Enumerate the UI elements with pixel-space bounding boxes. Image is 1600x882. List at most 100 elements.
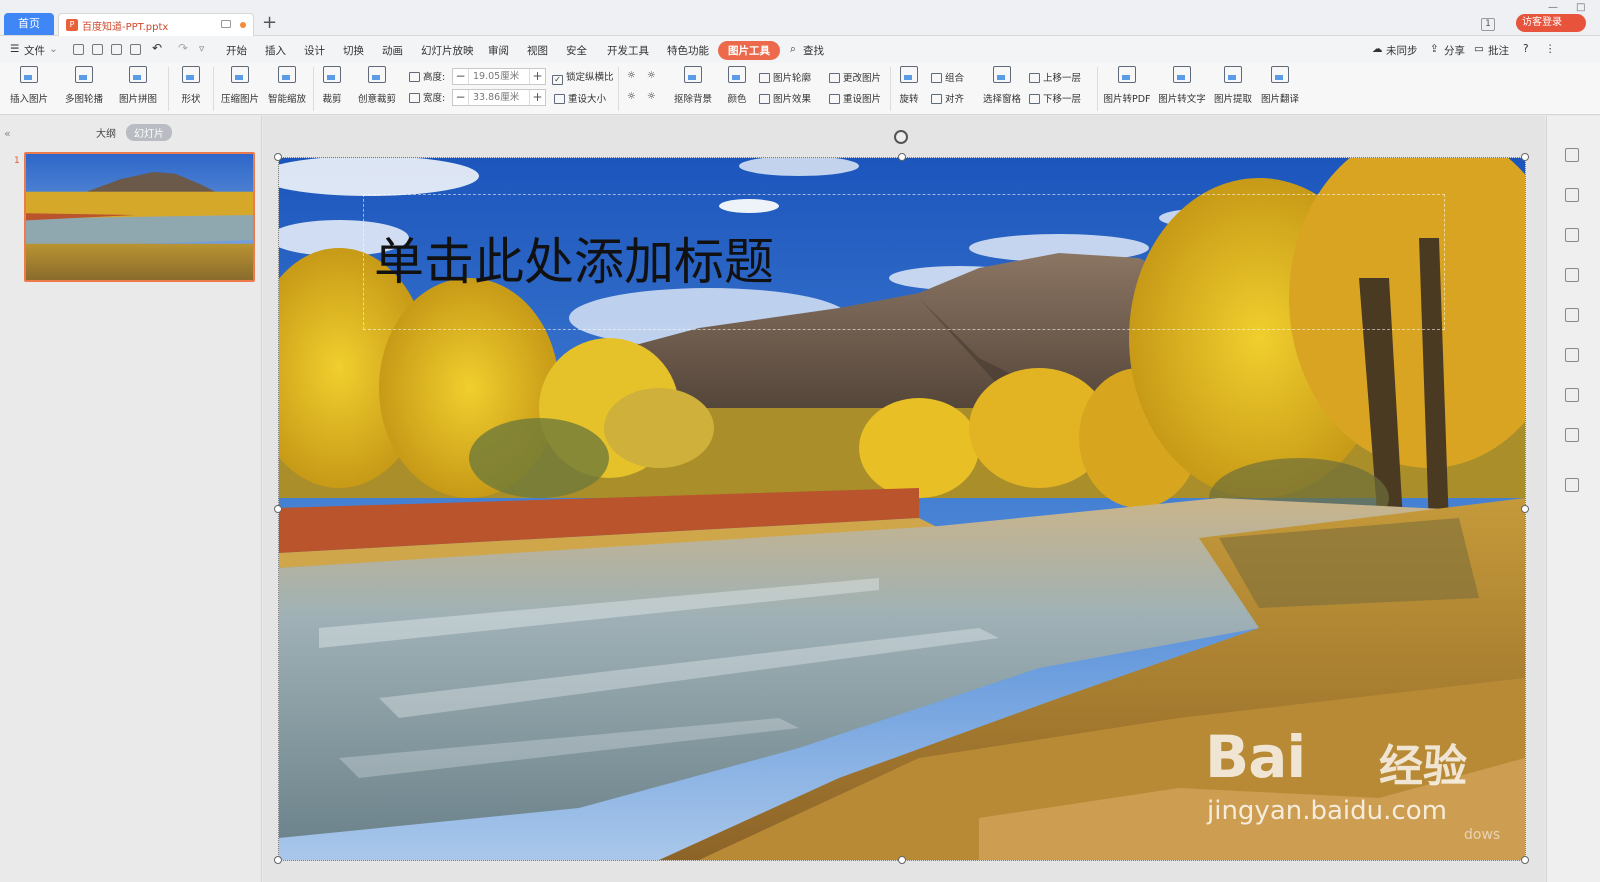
- send-backward-button[interactable]: 下移一层: [1029, 91, 1081, 105]
- selection-pane-button[interactable]: 选择窗格: [980, 66, 1024, 105]
- menu-search[interactable]: 查找: [803, 43, 824, 58]
- file-dropdown-icon[interactable]: ⌄: [49, 43, 58, 55]
- menu-picture-tools[interactable]: 图片工具: [718, 41, 780, 60]
- picture-outline-button[interactable]: 图片轮廓: [759, 70, 811, 84]
- cloud-sync-icon[interactable]: ☁: [1372, 43, 1383, 55]
- resize-handle-bottom-left[interactable]: [274, 856, 282, 864]
- menu-special-features[interactable]: 特色功能: [667, 43, 709, 58]
- menu-security[interactable]: 安全: [566, 43, 587, 58]
- insert-picture-button[interactable]: 插入图片: [6, 66, 52, 105]
- width-decrease-button[interactable]: −: [453, 90, 469, 105]
- smart-zoom-button[interactable]: 智能缩放: [264, 66, 310, 105]
- animation-pane-icon[interactable]: [1565, 148, 1579, 162]
- home-tab[interactable]: 首页: [4, 13, 54, 35]
- minimize-icon[interactable]: —: [1548, 2, 1558, 13]
- collapse-panel-icon[interactable]: «: [4, 127, 11, 140]
- resize-handle-bottom[interactable]: [898, 856, 906, 864]
- properties-pane-icon[interactable]: [1565, 348, 1579, 362]
- menu-view[interactable]: 视图: [527, 43, 548, 58]
- contrast-down-icon[interactable]: ☼: [647, 91, 656, 102]
- creative-crop-button[interactable]: 创意裁剪: [353, 66, 401, 105]
- redo-icon[interactable]: ↷: [178, 41, 188, 55]
- rotate-handle-icon[interactable]: [894, 130, 908, 144]
- share-icon[interactable]: ⇪: [1430, 43, 1439, 55]
- group-button[interactable]: 组合: [931, 70, 964, 84]
- print-icon[interactable]: [111, 44, 122, 55]
- picture-collage-button[interactable]: 图片拼图: [114, 66, 162, 105]
- menu-file[interactable]: 文件: [24, 43, 45, 58]
- menu-start[interactable]: 开始: [226, 43, 247, 58]
- color-button[interactable]: 颜色: [722, 66, 752, 105]
- lock-ratio-checkbox[interactable]: ✓ 锁定纵横比: [552, 69, 614, 85]
- search-icon[interactable]: ⌕: [790, 43, 796, 56]
- undo-icon[interactable]: ↶: [152, 41, 162, 55]
- visitor-login-button[interactable]: 访客登录: [1516, 14, 1586, 32]
- window-count-badge[interactable]: 1: [1481, 18, 1495, 31]
- picture-to-text-button[interactable]: 图片转文字: [1157, 66, 1207, 105]
- menu-transition[interactable]: 切换: [343, 43, 364, 58]
- comment-icon[interactable]: ▭: [1474, 43, 1484, 55]
- change-picture-button[interactable]: 更改图片: [829, 70, 881, 84]
- rotate-button[interactable]: 旋转: [894, 66, 924, 105]
- picture-to-pdf-button[interactable]: 图片转PDF: [1103, 66, 1151, 105]
- bring-forward-button[interactable]: 上移一层: [1029, 70, 1081, 84]
- multi-carousel-button[interactable]: 多图轮播: [60, 66, 108, 105]
- height-increase-button[interactable]: +: [529, 69, 545, 84]
- reset-size-button[interactable]: 重设大小: [554, 91, 606, 105]
- resize-handle-left[interactable]: [274, 505, 282, 513]
- tab-outline[interactable]: 大纲: [96, 125, 116, 140]
- resize-handle-top-left[interactable]: [274, 153, 282, 161]
- height-decrease-button[interactable]: −: [453, 69, 469, 84]
- settings-pane-icon[interactable]: [1565, 478, 1579, 492]
- menu-animation[interactable]: 动画: [382, 43, 403, 58]
- save-icon[interactable]: [73, 44, 84, 55]
- export-icon[interactable]: [92, 44, 103, 55]
- resize-handle-bottom-right[interactable]: [1521, 856, 1529, 864]
- slide-canvas[interactable]: 单击此处添加标题 Bai 经验 jingyan.baidu.com dows: [279, 158, 1525, 860]
- slide-thumbnail[interactable]: [24, 152, 255, 282]
- menu-design[interactable]: 设计: [304, 43, 325, 58]
- more-options-icon[interactable]: ⋮: [1545, 43, 1556, 55]
- menu-developer-tools[interactable]: 开发工具: [607, 43, 649, 58]
- sync-status[interactable]: 未同步: [1386, 43, 1418, 58]
- picture-translate-button[interactable]: 图片翻译: [1259, 66, 1301, 105]
- vertical-scrollbar[interactable]: [1546, 122, 1556, 862]
- help-button[interactable]: ?: [1523, 43, 1529, 55]
- shape-button[interactable]: 形状: [174, 66, 208, 105]
- tab-slides[interactable]: 幻灯片: [126, 124, 172, 141]
- style-pane-icon[interactable]: [1565, 428, 1579, 442]
- document-tab[interactable]: P 百度知道-PPT.pptx: [58, 13, 254, 36]
- slide-title-placeholder[interactable]: 单击此处添加标题: [374, 222, 774, 294]
- remove-background-button[interactable]: 抠除背景: [669, 66, 717, 105]
- menu-review[interactable]: 审阅: [488, 43, 509, 58]
- crop-button[interactable]: 裁剪: [316, 66, 348, 105]
- maximize-icon[interactable]: □: [1576, 2, 1585, 13]
- contrast-up-icon[interactable]: ☼: [627, 91, 636, 102]
- picture-pane-icon[interactable]: [1565, 308, 1579, 322]
- brightness-down-icon[interactable]: ☼: [647, 70, 656, 81]
- resize-handle-top[interactable]: [898, 153, 906, 161]
- comment-button[interactable]: 批注: [1488, 43, 1509, 58]
- compress-picture-button[interactable]: 压缩图片: [218, 66, 262, 105]
- monitor-icon[interactable]: [221, 20, 231, 28]
- align-button[interactable]: 对齐: [931, 91, 964, 105]
- customize-toolbar-icon[interactable]: ▿: [199, 43, 204, 55]
- template-pane-icon[interactable]: [1565, 268, 1579, 282]
- width-increase-button[interactable]: +: [529, 90, 545, 105]
- menu-slideshow[interactable]: 幻灯片放映: [421, 43, 474, 58]
- art-text-icon[interactable]: [1565, 228, 1579, 242]
- height-input[interactable]: − 19.05厘米 +: [452, 68, 546, 85]
- brightness-up-icon[interactable]: ☼: [627, 70, 636, 81]
- picture-extract-button[interactable]: 图片提取: [1212, 66, 1254, 105]
- share-button[interactable]: 分享: [1444, 43, 1465, 58]
- menu-insert[interactable]: 插入: [265, 43, 286, 58]
- new-tab-button[interactable]: +: [262, 14, 277, 32]
- resize-handle-right[interactable]: [1521, 505, 1529, 513]
- resize-handle-top-right[interactable]: [1521, 153, 1529, 161]
- chart-pane-icon[interactable]: [1565, 388, 1579, 402]
- width-input[interactable]: − 33.86厘米 +: [452, 89, 546, 106]
- menu-hamburger-icon[interactable]: ☰: [10, 43, 19, 55]
- reset-picture-button[interactable]: 重设图片: [829, 91, 881, 105]
- transition-pane-icon[interactable]: [1565, 188, 1579, 202]
- print-preview-icon[interactable]: [130, 44, 141, 55]
